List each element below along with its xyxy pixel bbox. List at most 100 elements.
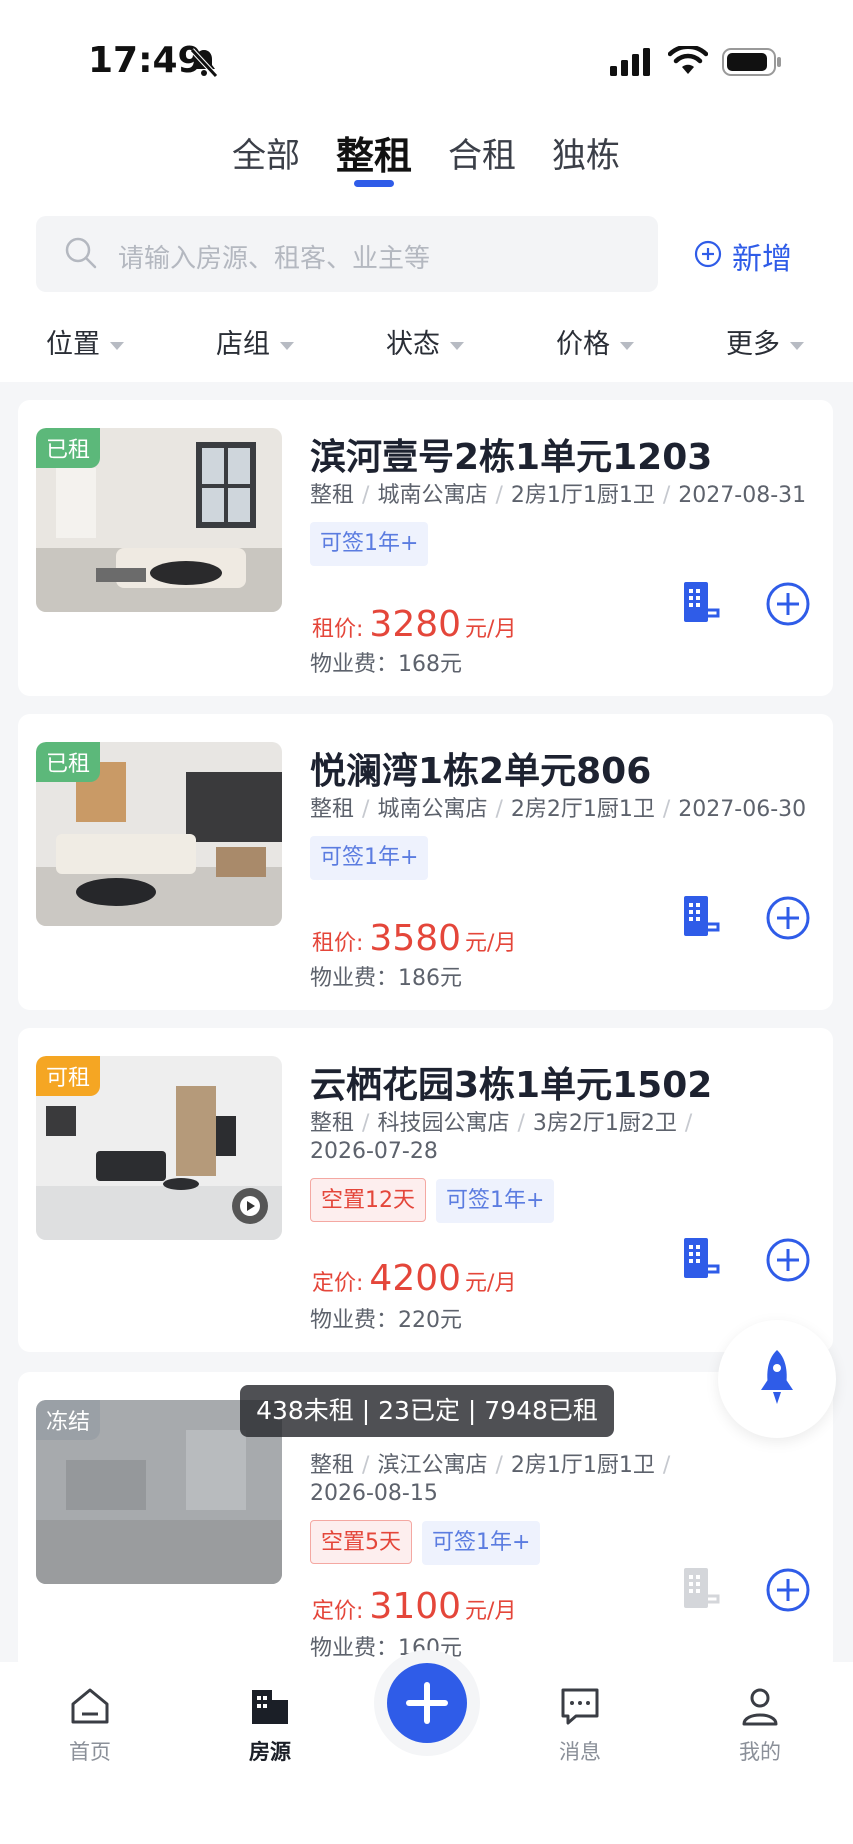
status-tag: 可租 [36, 1056, 101, 1096]
meta-store: 城南公寓店 [377, 797, 488, 822]
back-to-top-button[interactable] [718, 1320, 836, 1438]
price: 租价: 3580 元/月 [312, 918, 516, 959]
listing-meta: 整租 / 城南公寓店 / 2房2厅1厨1卫 / 2027-06-30 [310, 796, 830, 824]
add-circle-icon[interactable] [766, 1568, 810, 1616]
listing-title: 云栖花园3栋1单元1502 [310, 1065, 713, 1106]
add-circle-icon[interactable] [766, 1238, 810, 1286]
add-circle-icon[interactable] [766, 896, 810, 944]
listing-meta: 整租 / 滨江公寓店 / 2房1厅1厨1卫 / 2026-08-15 [310, 1452, 830, 1508]
filter-label: 更多 [726, 329, 780, 360]
tab-all[interactable]: 全部 [232, 128, 300, 177]
nav-label: 我的 [739, 1740, 781, 1764]
search-placeholder: 请输入房源、租客、业主等 [118, 244, 431, 274]
add-circle-icon[interactable] [766, 582, 810, 630]
price: 定价: 4200 元/月 [312, 1258, 516, 1299]
smart-lock-icon[interactable] [682, 580, 722, 630]
tab-standalone[interactable]: 独栋 [552, 128, 620, 177]
search-input[interactable]: 请输入房源、租客、业主等 [36, 216, 658, 292]
meta-date: 2027-06-30 [678, 797, 807, 822]
filter-label: 状态 [386, 329, 440, 360]
listing-card[interactable]: 已租 滨河壹号2栋1单元1203 整租 / 城南公寓店 / 2房1厅1厨1卫 / 2027-… [18, 400, 833, 696]
meta-type: 整租 [310, 483, 355, 508]
filter-store-group[interactable]: 店组 [216, 322, 294, 361]
separator: / [362, 483, 370, 508]
message-icon [561, 1688, 599, 1725]
caret-down-icon [280, 341, 294, 350]
price-label: 定价: [312, 1271, 364, 1296]
meta-type: 整租 [310, 1111, 355, 1136]
separator: / [362, 1111, 370, 1136]
price-label: 定价: [312, 1599, 364, 1624]
filter-status[interactable]: 状态 [386, 322, 464, 361]
plus-circle-icon [694, 240, 722, 272]
separator: / [662, 483, 671, 508]
price-unit: 元/月 [465, 617, 517, 642]
bell-muted-icon [188, 46, 220, 84]
smart-lock-icon[interactable] [682, 1236, 722, 1286]
meta-layout: 2房1厅1厨1卫 [510, 483, 655, 508]
separator: / [495, 1453, 503, 1478]
price-value: 3580 [369, 918, 462, 959]
status-time: 17:49 [88, 40, 203, 81]
nav-profile[interactable]: 我的 [700, 1684, 820, 1766]
filter-more[interactable]: 更多 [726, 322, 804, 361]
price-value: 3280 [369, 604, 462, 645]
listing-card[interactable]: 已租 悦澜湾1栋2单元806 整租 / 城南公寓店 / 2房2厅1厨1卫 / 2027-06… [18, 714, 833, 1010]
listing-title: 悦澜湾1栋2单元806 [310, 751, 652, 792]
price-unit: 元/月 [465, 1599, 517, 1624]
tab-whole-rent[interactable]: 整租 [336, 125, 412, 180]
center-add-button[interactable] [374, 1650, 480, 1756]
nav-home[interactable]: 首页 [30, 1684, 150, 1766]
meta-date: 2026-08-15 [310, 1481, 438, 1506]
filter-location[interactable]: 位置 [46, 322, 124, 361]
signal-icon [610, 48, 654, 80]
tab-shared-rent[interactable]: 合租 [448, 128, 516, 177]
rocket-icon [761, 1350, 793, 1404]
video-play-icon[interactable] [230, 1186, 270, 1226]
filter-price[interactable]: 价格 [556, 322, 634, 361]
price-value: 3100 [369, 1586, 462, 1627]
caret-down-icon [110, 341, 124, 350]
search-icon [64, 236, 98, 274]
listing-photo: 已租 [36, 742, 282, 926]
meta-store: 城南公寓店 [377, 483, 488, 508]
price-unit: 元/月 [465, 1271, 517, 1296]
caret-down-icon [620, 341, 634, 350]
smart-lock-icon[interactable] [682, 894, 722, 944]
price: 定价: 3100 元/月 [312, 1586, 516, 1627]
plus-icon [406, 1682, 448, 1724]
listing-photo: 已租 [36, 428, 282, 612]
meta-layout: 3房2厅1厨2卫 [532, 1111, 677, 1136]
meta-store: 科技园公寓店 [377, 1111, 510, 1136]
caret-down-icon [450, 341, 464, 350]
price-unit: 元/月 [465, 931, 517, 956]
nav-label: 首页 [69, 1740, 111, 1764]
tag-row: 可签1年+ [310, 836, 438, 880]
separator: / [362, 1453, 370, 1478]
smart-lock-icon [682, 1566, 722, 1616]
status-tag: 已租 [36, 428, 101, 468]
filter-label: 店组 [216, 329, 270, 360]
listing-meta: 整租 / 科技园公寓店 / 3房2厅1厨2卫 / 2026-07-28 [310, 1110, 830, 1166]
filter-label: 位置 [46, 329, 100, 360]
listing-card[interactable]: 可租 云栖花园3栋1单元1502 整租 / 科技园公寓店 / 3房2厅1厨2卫 / 2026… [18, 1028, 833, 1352]
listing-photo: 可租 [36, 1056, 282, 1240]
meta-layout: 2房1厅1厨1卫 [510, 1453, 655, 1478]
vacancy-tag: 空置12天 [310, 1178, 426, 1222]
status-tag: 已租 [36, 742, 101, 782]
meta-date: 2026-07-28 [310, 1139, 438, 1164]
status-bar: 17:49 [0, 0, 853, 110]
meta-layout: 2房2厅1厨1卫 [510, 797, 655, 822]
tag-row: 可签1年+ [310, 522, 438, 566]
center-add-circle [387, 1663, 467, 1743]
nav-listings[interactable]: 房源 [210, 1684, 330, 1766]
price-value: 4200 [369, 1258, 462, 1299]
add-new-label: 新增 [732, 242, 792, 277]
lease-term-tag: 可签1年+ [310, 836, 429, 880]
category-tabs: 全部 整租 合租 独栋 [0, 128, 853, 188]
separator: / [495, 797, 503, 822]
nav-messages[interactable]: 消息 [520, 1684, 640, 1766]
meta-type: 整租 [310, 797, 355, 822]
separator: / [362, 797, 370, 822]
lease-term-tag: 可签1年+ [422, 1521, 541, 1565]
